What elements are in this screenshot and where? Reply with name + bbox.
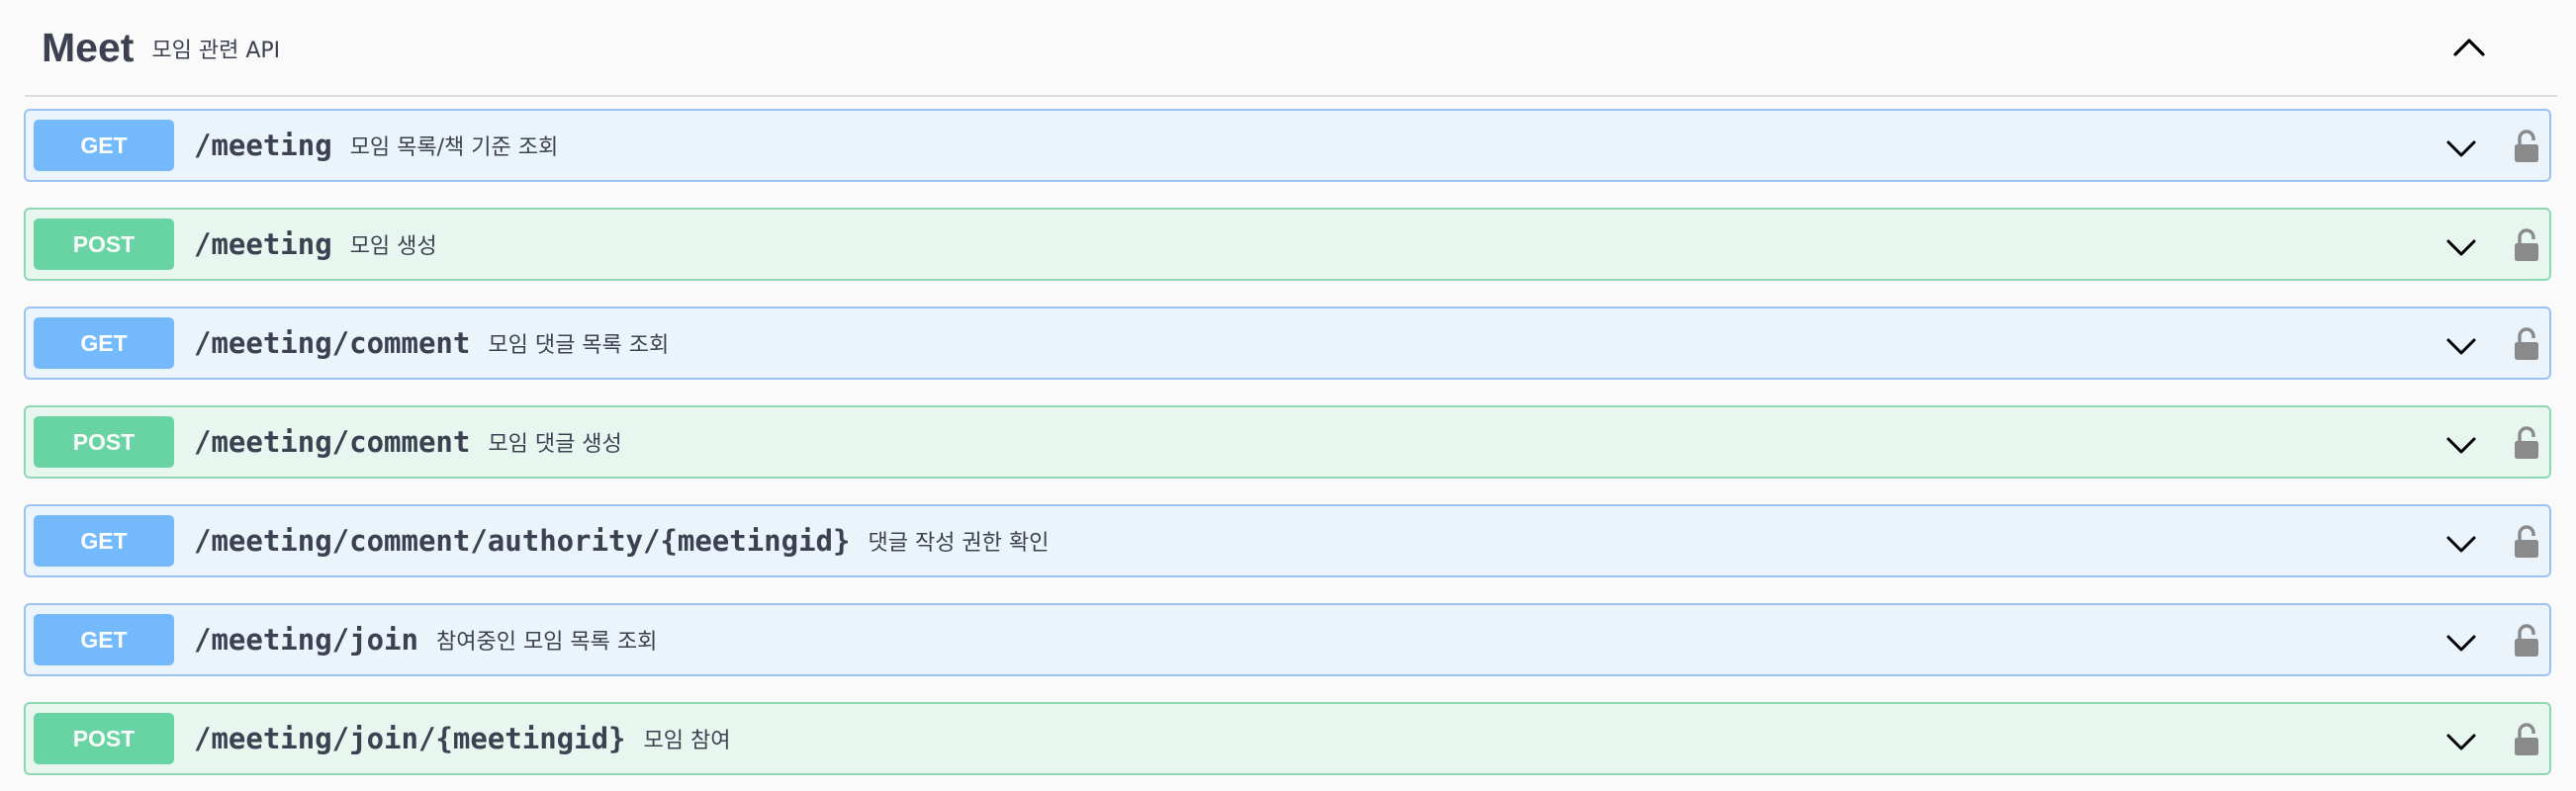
operation-row[interactable]: GET /meeting/comment/authority/{meetingi… — [24, 504, 2551, 577]
endpoint-path: /meeting/comment/authority/{meetingid} — [194, 524, 851, 558]
endpoint-summary: 모임 목록/책 기준 조회 — [349, 135, 559, 160]
operation-row[interactable]: POST /meeting 모임 생성 — [24, 208, 2551, 281]
chevron-up-icon — [2453, 39, 2485, 56]
expand-button[interactable] — [2441, 425, 2481, 465]
tag-name: Meet — [42, 24, 135, 70]
tag-section-header[interactable]: Meet 모임 관련 API — [25, 0, 2557, 97]
collapse-button[interactable] — [2441, 20, 2497, 75]
endpoint-summary: 참여중인 모임 목록 조회 — [435, 630, 658, 655]
lock-icon — [2515, 228, 2538, 261]
endpoint-path: /meeting — [194, 227, 332, 261]
lock-icon — [2515, 723, 2538, 755]
chevron-down-icon — [2446, 536, 2476, 553]
method-badge: GET — [34, 614, 174, 665]
operation-row[interactable]: GET /meeting/comment 모임 댓글 목록 조회 — [24, 307, 2551, 380]
endpoint-path: /meeting/join — [194, 623, 418, 657]
endpoint-path: /meeting — [194, 129, 332, 162]
endpoint-summary: 댓글 작성 권한 확인 — [868, 531, 1050, 556]
method-badge: POST — [34, 713, 174, 764]
method-badge: GET — [34, 515, 174, 567]
authorize-button[interactable] — [2507, 718, 2546, 761]
expand-button[interactable] — [2441, 722, 2481, 761]
method-badge: GET — [34, 317, 174, 369]
chevron-down-icon — [2446, 239, 2476, 256]
expand-button[interactable] — [2441, 524, 2481, 564]
authorize-button[interactable] — [2507, 223, 2546, 267]
method-badge: GET — [34, 120, 174, 171]
endpoint-summary: 모임 댓글 생성 — [488, 432, 622, 457]
method-badge: POST — [34, 416, 174, 468]
endpoint-path: /meeting/join/{meetingid} — [194, 722, 626, 755]
chevron-down-icon — [2446, 635, 2476, 652]
operation-row[interactable]: POST /meeting/comment 모임 댓글 생성 — [24, 405, 2551, 479]
operation-row[interactable]: POST /meeting/join/{meetingid} 모임 참여 — [24, 702, 2551, 775]
expand-button[interactable] — [2441, 623, 2481, 662]
endpoint-path: /meeting/comment — [194, 425, 471, 459]
authorize-button[interactable] — [2507, 322, 2546, 366]
swagger-page: Meet 모임 관련 API GET /meeting 모임 목록/책 기준 조… — [0, 0, 2576, 791]
chevron-down-icon — [2446, 338, 2476, 355]
chevron-down-icon — [2446, 437, 2476, 454]
authorize-button[interactable] — [2507, 125, 2546, 168]
authorize-button[interactable] — [2507, 520, 2546, 564]
method-badge: POST — [34, 219, 174, 270]
endpoint-summary: 모임 참여 — [643, 729, 731, 753]
expand-button[interactable] — [2441, 326, 2481, 366]
authorize-button[interactable] — [2507, 619, 2546, 662]
authorize-button[interactable] — [2507, 421, 2546, 465]
chevron-down-icon — [2446, 734, 2476, 750]
endpoint-summary: 모임 댓글 목록 조회 — [488, 333, 670, 358]
lock-icon — [2515, 426, 2538, 459]
lock-icon — [2515, 327, 2538, 360]
lock-icon — [2515, 624, 2538, 657]
chevron-down-icon — [2446, 140, 2476, 157]
endpoint-path: /meeting/comment — [194, 326, 471, 360]
endpoint-summary: 모임 생성 — [349, 234, 437, 259]
lock-icon — [2515, 130, 2538, 162]
tag-description: 모임 관련 API — [151, 39, 281, 63]
operation-row[interactable]: GET /meeting 모임 목록/책 기준 조회 — [24, 109, 2551, 182]
operation-row[interactable]: GET /meeting/join 참여중인 모임 목록 조회 — [24, 603, 2551, 676]
lock-icon — [2515, 525, 2538, 558]
expand-button[interactable] — [2441, 227, 2481, 267]
expand-button[interactable] — [2441, 129, 2481, 168]
